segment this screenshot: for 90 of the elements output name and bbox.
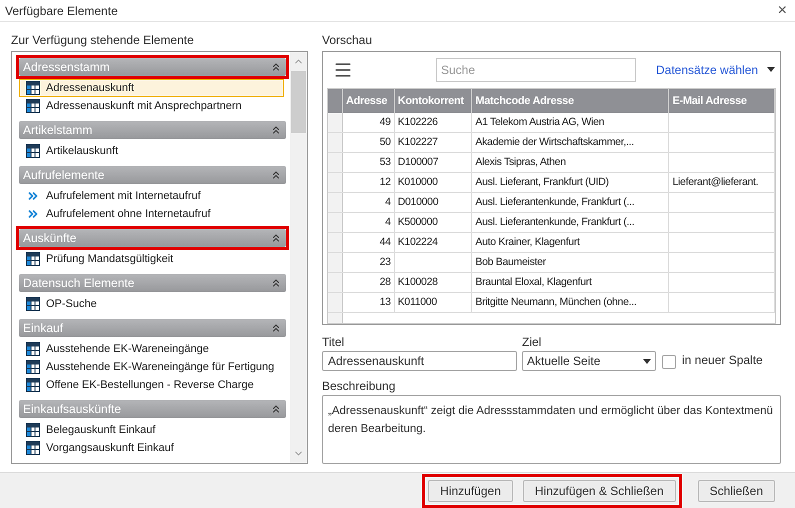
row-selector[interactable] (328, 113, 343, 132)
list-item[interactable]: Ausstehende EK-Wareneingänge für Fertigung (19, 358, 284, 376)
table-icon (26, 144, 40, 158)
row-selector[interactable] (328, 273, 343, 292)
table-cell-text: Akademie der Wirtschaftskammer,... (475, 134, 634, 150)
list-item[interactable]: Aufrufelement ohne Internetaufruf (19, 205, 284, 223)
section-label: Vorschau (322, 32, 374, 49)
dropdown-icon (643, 358, 651, 364)
row-selector[interactable] (328, 233, 343, 252)
collapse-icon[interactable] (270, 124, 282, 136)
table-icon (26, 441, 40, 455)
target-select[interactable]: Aktuelle Seite (522, 351, 656, 371)
table-icon (26, 81, 40, 95)
title-field[interactable]: Adressenauskunft (322, 351, 517, 371)
search-field[interactable]: Suche (436, 58, 636, 82)
field-label: Beschreibung (322, 378, 396, 395)
table-cell-text: Ausl. Lieferantenkunde, Frankfurt (... (475, 194, 634, 210)
table-cell-text: Bob Baumeister (475, 254, 546, 270)
row-selector[interactable] (328, 193, 343, 212)
table-cell-text: K500000 (398, 214, 438, 230)
list-item[interactable]: Belegauskunft Einkauf (19, 421, 284, 439)
table-cell-text: 28 (380, 274, 391, 290)
table-icon (26, 360, 40, 374)
table-cell-text: Auto Krainer, Klagenfurt (475, 234, 580, 250)
row-selector[interactable] (328, 133, 343, 152)
records-link[interactable]: Datensätze wählen (656, 60, 758, 78)
table-cell-text: 53 (380, 154, 391, 170)
collapse-icon[interactable] (270, 169, 282, 181)
table-cell-text: Ausl. Lieferantenkunde, Frankfurt (... (475, 214, 634, 230)
description-field[interactable]: „Adressenauskunft“ zeigt die Adressstammdaten und ermöglicht über das Kontextmenü deren Bearbeitung. (322, 395, 781, 464)
list-item[interactable]: Artikelauskunft (19, 142, 284, 160)
table-cell-text: Brauntal Eloxal, Klagenfurt (475, 274, 592, 290)
checkbox-label: in neuer Spalte (682, 352, 763, 369)
table-cell-text: Lieferant@lieferant. (672, 174, 758, 190)
table-icon (26, 297, 40, 311)
row-selector[interactable] (328, 153, 343, 172)
table-cell-text: A1 Telekom Austria AG, Wien (475, 114, 604, 130)
field-label: Titel (322, 334, 346, 351)
list-item[interactable]: Prüfung Mandatsgültigkeit (19, 250, 284, 268)
list-item[interactable]: Aufrufelement mit Internetaufruf (19, 187, 284, 205)
row-selector[interactable] (328, 213, 343, 232)
table-cell-text: K102227 (398, 134, 438, 150)
list-item[interactable]: Adressenauskunft (19, 79, 284, 97)
table-cell-text: Ausl. Lieferant, Frankfurt (UID) (475, 174, 609, 190)
dialog-button[interactable]: Schließen (698, 480, 775, 502)
table-cell-text: K102224 (398, 234, 438, 250)
table-cell-text: D100007 (398, 154, 438, 170)
table-icon (26, 342, 40, 356)
list-item[interactable]: Offene EK-Bestellungen - Reverse Charge (19, 376, 284, 394)
table-cell-text: 50 (380, 134, 391, 150)
field-label: Ziel (522, 334, 542, 351)
table-cell-text: Britgitte Neumann, München (ohne... (475, 294, 636, 310)
table-cell-text: Alexis Tsipras, Athen (475, 154, 566, 170)
collapse-icon[interactable] (270, 322, 282, 334)
checkbox[interactable] (662, 355, 676, 369)
row-selector[interactable] (328, 293, 343, 312)
table-cell-text: 4 (385, 214, 391, 230)
dialog-button[interactable]: Hinzufügen (428, 480, 513, 502)
dialog-button[interactable]: Hinzufügen & Schließen (522, 480, 676, 502)
collapse-icon[interactable] (270, 232, 282, 244)
table-cell-text: 13 (380, 294, 391, 310)
collapse-icon[interactable] (270, 277, 282, 289)
collapse-icon[interactable] (270, 61, 282, 73)
window-title: Verfügbare Elemente (5, 2, 118, 20)
table-icon (26, 423, 40, 437)
table-cell-text: K011000 (398, 294, 437, 310)
table-cell-text: 49 (380, 114, 391, 130)
table-icon (26, 378, 40, 392)
close-button[interactable]: × (774, 2, 790, 18)
table-cell-text: 12 (380, 174, 391, 190)
scrollbar-thumb[interactable] (291, 71, 306, 133)
table-cell-text: 4 (385, 194, 391, 210)
list-item[interactable]: Ausstehende EK-Wareneingänge (19, 340, 284, 358)
list-item[interactable]: Adressenauskunft mit Ansprechpartnern (19, 97, 284, 115)
table-icon (26, 252, 40, 266)
section-label: Zur Verfügung stehende Elemente (11, 32, 195, 49)
table-cell-text: K102226 (398, 114, 438, 130)
row-selector[interactable] (328, 253, 343, 272)
scrollbar[interactable] (290, 52, 307, 463)
table-cell-text: D010000 (398, 194, 438, 210)
table-cell-text: 23 (380, 254, 391, 270)
table-icon (26, 99, 40, 113)
table-cell-text: K100028 (398, 274, 438, 290)
dropdown-icon[interactable] (767, 67, 776, 72)
list-item[interactable]: Vorgangsauskunft Einkauf (19, 439, 284, 457)
list-item[interactable]: OP-Suche (19, 295, 284, 313)
table-cell-text: K010000 (398, 174, 438, 190)
row-selector[interactable] (328, 173, 343, 192)
collapse-icon[interactable] (270, 403, 282, 415)
table-cell-text: 44 (380, 234, 391, 250)
